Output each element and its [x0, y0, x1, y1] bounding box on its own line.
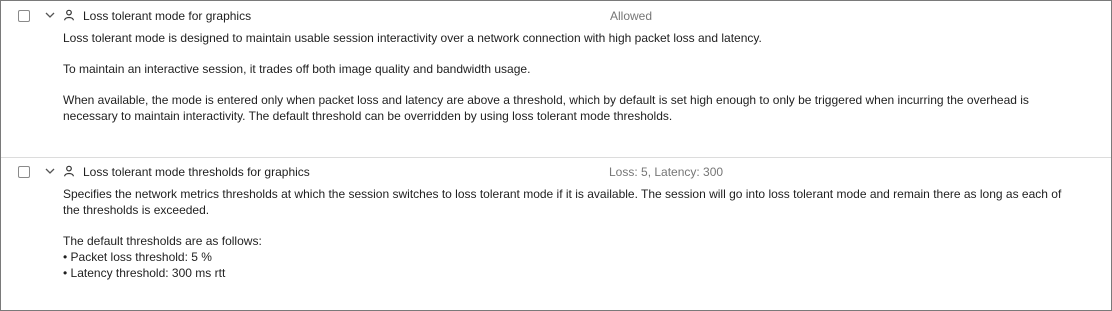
description-paragraph: When available, the mode is entered only…: [63, 93, 1029, 123]
setting-value: Allowed: [610, 9, 653, 23]
policy-settings-panel: Loss tolerant mode for graphics Allowed …: [0, 0, 1112, 311]
setting-description: Loss tolerant mode is designed to mainta…: [63, 30, 1073, 124]
chevron-down-icon[interactable]: [44, 9, 56, 21]
description-paragraph: To maintain an interactive session, it t…: [63, 62, 531, 76]
setting-row-loss-tolerant-mode: Loss tolerant mode for graphics Allowed …: [1, 1, 1111, 158]
description-paragraph: Loss tolerant mode is designed to mainta…: [63, 31, 762, 45]
setting-row-loss-tolerant-thresholds: Loss tolerant mode thresholds for graphi…: [1, 157, 1111, 310]
chevron-down-icon[interactable]: [44, 165, 56, 177]
description-paragraph: Specifies the network metrics thresholds…: [63, 187, 1062, 217]
user-icon: [63, 165, 75, 177]
setting-title[interactable]: Loss tolerant mode for graphics: [83, 8, 251, 24]
list-item: • Packet loss threshold: 5 %: [63, 250, 212, 264]
description-paragraph: The default thresholds are as follows:: [63, 234, 262, 248]
list-item: • Latency threshold: 300 ms rtt: [63, 266, 226, 280]
setting-checkbox[interactable]: [18, 166, 30, 178]
user-icon: [63, 9, 75, 21]
setting-value: Loss: 5, Latency: 300: [609, 165, 724, 179]
setting-checkbox[interactable]: [18, 10, 30, 22]
setting-description: Specifies the network metrics thresholds…: [63, 186, 1073, 281]
setting-title[interactable]: Loss tolerant mode thresholds for graphi…: [83, 164, 310, 180]
